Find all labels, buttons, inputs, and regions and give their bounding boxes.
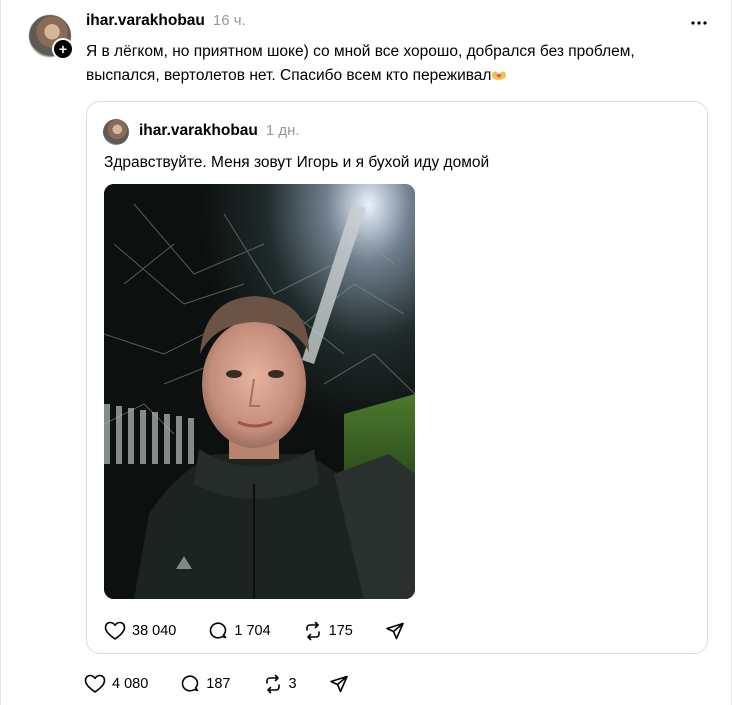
post-text: Я в лёгком, но приятном шоке) со мной вс… bbox=[86, 40, 686, 88]
quoted-like-count: 38 040 bbox=[132, 623, 177, 639]
quoted-username[interactable]: ihar.varakhobau bbox=[139, 122, 258, 140]
paper-plane-icon[interactable] bbox=[385, 621, 405, 641]
heart-icon[interactable] bbox=[104, 621, 126, 641]
share-button[interactable] bbox=[329, 674, 349, 694]
reply-button[interactable]: 187 bbox=[180, 674, 231, 694]
follow-plus-icon[interactable]: + bbox=[52, 38, 74, 60]
repost-icon[interactable] bbox=[263, 674, 283, 694]
quoted-avatar[interactable] bbox=[103, 119, 129, 145]
quoted-like-button[interactable]: 38 040 bbox=[104, 621, 176, 641]
heart-hands-emoji-icon bbox=[491, 65, 507, 80]
like-count: 4 080 bbox=[112, 676, 149, 692]
like-button[interactable]: 4 080 bbox=[84, 674, 148, 694]
post-actions: 4 080 187 3 bbox=[84, 674, 381, 694]
quoted-post-card[interactable]: ihar.varakhobau 1 дн. Здравствуйте. Меня… bbox=[86, 101, 708, 654]
avatar-container[interactable]: + bbox=[28, 14, 74, 60]
post-username[interactable]: ihar.varakhobau bbox=[86, 12, 205, 30]
quoted-reply-count: 1 704 bbox=[234, 623, 271, 639]
quoted-header: ihar.varakhobau 1 дн. bbox=[139, 122, 300, 140]
night-selfie-photo[interactable] bbox=[104, 184, 415, 599]
quoted-repost-count: 175 bbox=[328, 623, 353, 639]
post-time[interactable]: 16 ч. bbox=[213, 12, 246, 29]
quoted-actions: 38 040 1 704 175 bbox=[104, 621, 437, 641]
reply-count: 187 bbox=[206, 676, 231, 692]
post-text-content: Я в лёгком, но приятном шоке) со мной вс… bbox=[86, 43, 635, 84]
post-header: ihar.varakhobau 16 ч. bbox=[86, 12, 246, 32]
heart-icon[interactable] bbox=[84, 674, 106, 694]
quoted-repost-button[interactable]: 175 bbox=[303, 621, 353, 641]
comment-bubble-icon[interactable] bbox=[180, 674, 200, 694]
quoted-time[interactable]: 1 дн. bbox=[266, 122, 300, 139]
repost-button[interactable]: 3 bbox=[263, 674, 297, 694]
quoted-share-button[interactable] bbox=[385, 621, 405, 641]
quoted-reply-button[interactable]: 1 704 bbox=[208, 621, 271, 641]
repost-count: 3 bbox=[288, 676, 297, 692]
repost-icon[interactable] bbox=[303, 621, 323, 641]
more-dots-icon[interactable] bbox=[690, 14, 708, 32]
comment-bubble-icon[interactable] bbox=[208, 621, 228, 641]
paper-plane-icon[interactable] bbox=[329, 674, 349, 694]
quoted-text: Здравствуйте. Меня зовут Игорь и я бухой… bbox=[104, 154, 490, 171]
left-divider bbox=[0, 0, 1, 705]
